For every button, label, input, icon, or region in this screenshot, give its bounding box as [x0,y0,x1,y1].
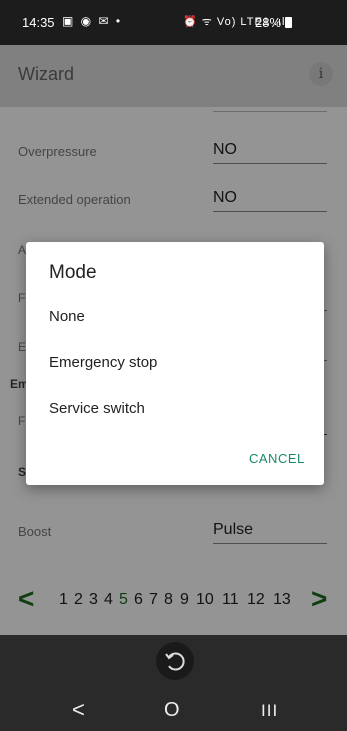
battery-icon [284,17,292,28]
option-service-switch[interactable]: Service switch [49,400,145,417]
option-emergency-stop[interactable]: Emergency stop [49,354,157,371]
cancel-button[interactable]: CANCEL [249,451,305,466]
status-time: 14:35 [22,15,55,30]
recent-apps-icon[interactable]: III [261,701,278,721]
dialog-title: Mode [49,262,97,283]
notification-icons: ▣ ◉ ✉ • [62,14,123,28]
back-nav-icon[interactable]: < [72,697,85,723]
option-none[interactable]: None [49,308,85,325]
undo-button[interactable] [156,642,194,680]
mode-dialog: Mode None Emergency stop Service switch … [26,242,324,485]
battery-level: 28% [255,15,292,30]
undo-icon [165,652,185,671]
battery-percent: 28% [255,15,282,30]
home-nav-icon[interactable]: O [164,699,180,722]
